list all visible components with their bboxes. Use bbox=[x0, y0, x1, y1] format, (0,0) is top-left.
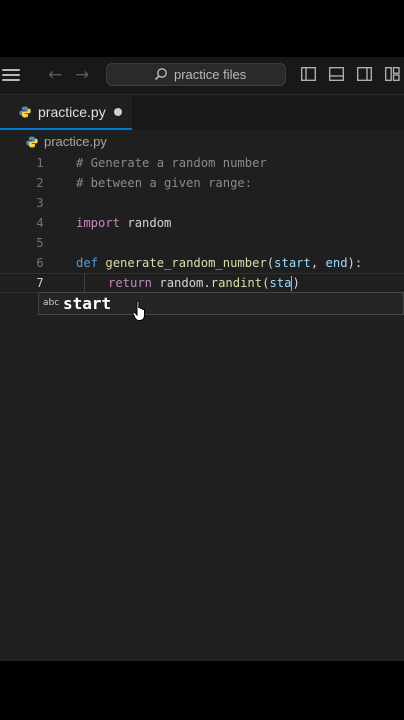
toggle-sidebar-icon[interactable] bbox=[301, 67, 316, 81]
code-line[interactable]: 6 def generate_random_number(start, end)… bbox=[0, 253, 404, 273]
code-text: return random.randint(sta) bbox=[108, 273, 300, 293]
tab-practice-py[interactable]: practice.py bbox=[0, 95, 132, 130]
text-kind-icon: abc bbox=[43, 298, 60, 308]
line-number: 7 bbox=[36, 276, 44, 290]
argument-token: sta bbox=[269, 276, 292, 290]
punctuation-token: , bbox=[310, 256, 326, 270]
code-line[interactable]: 1 # Generate a random number bbox=[0, 153, 404, 173]
code-editor[interactable]: 1 # Generate a random number 2 # between… bbox=[0, 153, 404, 661]
breadcrumb-file[interactable]: practice.py bbox=[44, 134, 107, 149]
code-text: # between a given range: bbox=[76, 176, 253, 190]
forward-arrow-icon[interactable]: → bbox=[75, 65, 89, 85]
suggestion-widget[interactable]: abc start bbox=[38, 292, 404, 315]
code-text: # Generate a random number bbox=[76, 156, 267, 170]
function-name-token: randint bbox=[210, 276, 263, 290]
tab-bar: practice.py bbox=[0, 95, 404, 130]
punctuation-token: ) bbox=[292, 276, 300, 290]
search-label: practice files bbox=[174, 67, 247, 82]
code-line[interactable]: 3 bbox=[0, 193, 404, 213]
punctuation-token: ): bbox=[347, 256, 363, 270]
suggestion-item[interactable]: start bbox=[63, 293, 111, 314]
customize-layout-icon[interactable] bbox=[385, 67, 400, 81]
command-center-search[interactable]: practice files bbox=[106, 63, 286, 86]
python-file-icon bbox=[19, 106, 31, 118]
code-text: import random bbox=[76, 213, 171, 233]
line-number: 2 bbox=[36, 176, 44, 190]
breadcrumb: practice.py bbox=[0, 131, 404, 153]
toggle-secondary-sidebar-icon[interactable] bbox=[357, 67, 372, 81]
code-line[interactable]: 5 bbox=[0, 233, 404, 253]
function-name-token: generate_random_number bbox=[105, 256, 267, 270]
code-text: def generate_random_number(start, end): bbox=[76, 253, 362, 273]
editor-window: ← → practice files practice.py practice.… bbox=[0, 57, 404, 661]
keyword-token: import bbox=[76, 216, 121, 230]
keyword-token: return bbox=[108, 276, 153, 290]
code-line[interactable]: 4 import random bbox=[0, 213, 404, 233]
tab-label: practice.py bbox=[38, 104, 106, 120]
line-number: 5 bbox=[36, 236, 44, 250]
menu-icon[interactable] bbox=[2, 69, 20, 82]
title-bar: ← → practice files bbox=[0, 57, 404, 95]
line-number: 1 bbox=[36, 156, 44, 170]
indent-guide bbox=[84, 273, 85, 293]
module-token: random. bbox=[152, 276, 211, 290]
parameter-token: start bbox=[274, 256, 311, 270]
unsaved-changes-dot-icon[interactable] bbox=[114, 108, 122, 116]
keyword-token: def bbox=[76, 256, 99, 270]
module-token: random bbox=[120, 216, 172, 230]
line-number: 4 bbox=[36, 216, 44, 230]
line-number: 6 bbox=[36, 256, 44, 270]
line-number: 3 bbox=[36, 196, 44, 210]
parameter-token: end bbox=[325, 256, 348, 270]
back-arrow-icon[interactable]: ← bbox=[48, 65, 62, 85]
toggle-panel-icon[interactable] bbox=[329, 67, 344, 81]
code-line-active[interactable]: 7 return random.randint(sta) bbox=[0, 273, 404, 293]
python-file-icon bbox=[26, 136, 38, 148]
code-line[interactable]: 2 # between a given range: bbox=[0, 173, 404, 193]
search-icon bbox=[154, 68, 167, 81]
hand-pointer-cursor-icon bbox=[132, 300, 145, 321]
